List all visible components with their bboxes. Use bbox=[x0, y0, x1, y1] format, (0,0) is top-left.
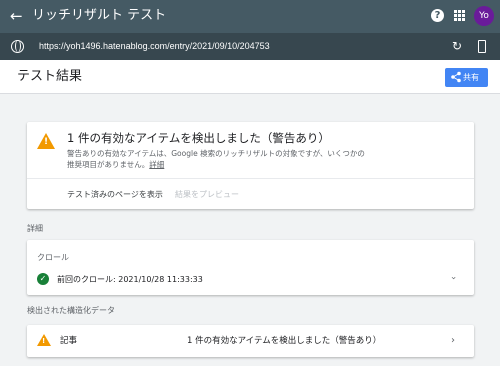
structured-data-section-label: 検出された構造化データ bbox=[27, 306, 115, 315]
avatar[interactable]: Yo bbox=[474, 6, 494, 26]
result-summary-card: 1 件の有効なアイテムを検出しました（警告あり） 警告ありの有効なアイテムは、G… bbox=[27, 122, 474, 209]
page-title: テスト結果 bbox=[17, 69, 83, 84]
app-title: リッチリザルト テスト bbox=[32, 8, 167, 23]
chevron-down-icon[interactable]: › bbox=[447, 276, 459, 280]
learn-more-link[interactable]: 詳細 bbox=[149, 160, 164, 169]
item-type-label: 記事 bbox=[60, 336, 78, 346]
crawl-title: クロール bbox=[37, 253, 69, 262]
help-icon[interactable]: ? bbox=[431, 9, 444, 22]
warning-icon bbox=[37, 133, 55, 149]
results-header: テスト結果 共有 bbox=[0, 60, 500, 94]
details-section-label: 詳細 bbox=[27, 224, 43, 233]
structured-data-item-article[interactable]: 記事 1 件の有効なアイテムを検出しました（警告あり） › bbox=[27, 325, 474, 357]
app-bar: ← リッチリザルト テスト ? Yo bbox=[0, 0, 500, 33]
result-description: 警告ありの有効なアイテムは、Google 検索のリッチリザルトの対象ですが、いく… bbox=[67, 148, 367, 170]
refresh-icon[interactable]: ↻ bbox=[452, 39, 462, 53]
check-circle-icon: ✓ bbox=[37, 273, 49, 285]
crawl-card[interactable]: クロール ✓ 前回のクロール: 2021/10/28 11:33:33 › bbox=[27, 240, 474, 295]
smartphone-icon[interactable] bbox=[478, 40, 486, 53]
apps-grid-icon[interactable] bbox=[454, 10, 465, 21]
item-status: 1 件の有効なアイテムを検出しました（警告あり） bbox=[187, 336, 382, 346]
last-crawl-status: 前回のクロール: 2021/10/28 11:33:33 bbox=[57, 275, 203, 284]
result-heading: 1 件の有効なアイテムを検出しました（警告あり） bbox=[67, 131, 330, 145]
tested-url: https://yoh1496.hatenablog.com/entry/202… bbox=[39, 41, 270, 51]
result-description-text: 警告ありの有効なアイテムは、Google 検索のリッチリザルトの対象ですが、いく… bbox=[67, 149, 365, 169]
share-button[interactable]: 共有 bbox=[445, 68, 488, 87]
arrow-left-icon[interactable]: ← bbox=[10, 7, 26, 25]
divider bbox=[27, 178, 474, 179]
preview-results-link[interactable]: 結果をプレビュー bbox=[175, 189, 239, 200]
globe-icon bbox=[11, 40, 24, 53]
url-bar: https://yoh1496.hatenablog.com/entry/202… bbox=[0, 33, 500, 60]
share-icon bbox=[451, 71, 461, 83]
share-label: 共有 bbox=[463, 73, 479, 82]
view-tested-page-link[interactable]: テスト済みのページを表示 bbox=[67, 189, 163, 200]
warning-icon bbox=[37, 334, 51, 346]
chevron-right-icon[interactable]: › bbox=[451, 334, 455, 347]
